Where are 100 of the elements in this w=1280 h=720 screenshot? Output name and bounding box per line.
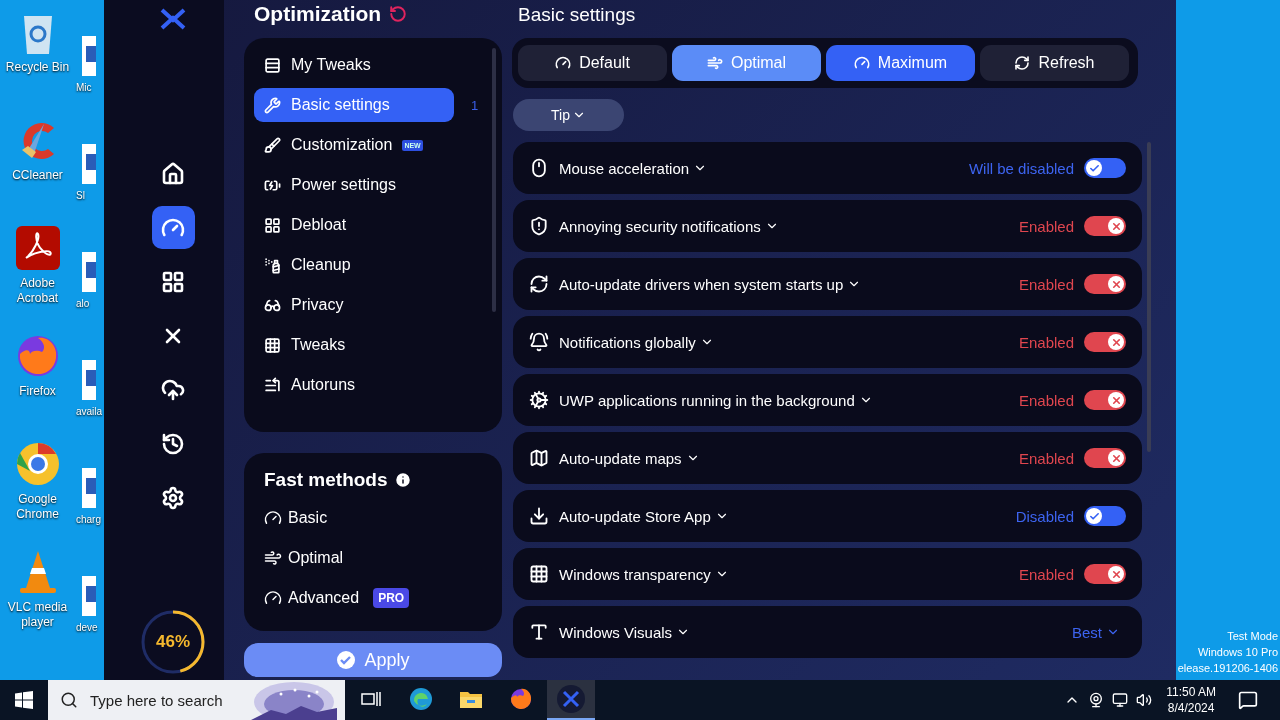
method-label: Basic: [288, 509, 328, 527]
check-circle-icon: [336, 650, 357, 670]
item-count: 1: [471, 97, 479, 113]
tip-button[interactable]: Tip: [513, 99, 624, 131]
refresh-icon: [1014, 55, 1031, 71]
section-title: Optimization: [254, 2, 382, 26]
folder-drawing: [459, 689, 483, 709]
toggle-switch[interactable]: [1084, 332, 1126, 352]
status-text: Enabled: [1018, 391, 1074, 409]
method-label: Advanced: [288, 589, 360, 607]
nav-item[interactable]: My Tweaks: [254, 48, 454, 82]
status-text: Enabled: [1018, 449, 1074, 467]
status-text: Enabled: [1018, 333, 1074, 351]
nav-label: Privacy: [291, 296, 344, 314]
x-icon: [1110, 452, 1122, 464]
setting-name[interactable]: Auto-update Store App: [559, 507, 711, 525]
brush-icon: [264, 136, 281, 154]
mode-button[interactable]: Default: [518, 45, 667, 81]
toggle-switch[interactable]: [1084, 564, 1126, 584]
nav-label: Cleanup: [291, 256, 351, 274]
nav-item[interactable]: Power settings: [254, 168, 454, 202]
x-icon: [1110, 336, 1122, 348]
scrollbar[interactable]: [492, 48, 496, 312]
build-info-text: Windows 10 Pro: [1197, 645, 1278, 660]
info-icon[interactable]: [393, 471, 412, 489]
x-icon: [1110, 220, 1122, 232]
wrench-icon: [264, 96, 281, 114]
edge-drawing: [409, 687, 433, 711]
panel-title: Basic settings: [518, 3, 637, 27]
setting-name[interactable]: Annoying security notifications: [559, 217, 761, 235]
logo-drawing: [556, 684, 586, 714]
nav-item[interactable]: Tweaks: [254, 328, 454, 362]
check-icon: [1088, 510, 1100, 522]
toggle-switch[interactable]: [1084, 506, 1126, 526]
nav-label: Customization: [291, 136, 393, 154]
nav-label: Autoruns: [291, 376, 356, 394]
setting-name[interactable]: Auto-update drivers when system starts up: [559, 275, 844, 293]
volume-icon[interactable]: [1136, 692, 1153, 708]
shield-icon: [529, 216, 549, 236]
method-label: Optimal: [288, 549, 344, 567]
setting-name[interactable]: UWP applications running in the background: [559, 391, 855, 409]
nav-item[interactable]: Cleanup: [254, 248, 454, 282]
gear-icon: [529, 390, 549, 410]
app-logo: [160, 8, 186, 30]
fox-globe-drawing: [509, 687, 533, 711]
setting-name[interactable]: Windows Visuals: [559, 623, 673, 641]
toggle-switch[interactable]: [1084, 216, 1126, 236]
mode-button[interactable]: Maximum: [826, 45, 975, 81]
list-plus-icon: [264, 56, 281, 74]
reset-icon[interactable]: [389, 5, 408, 23]
pdf-icon[interactable]: [13, 224, 62, 272]
nav-label: Tweaks: [291, 336, 346, 354]
search-field[interactable]: Type here to search: [88, 690, 242, 710]
setting-name[interactable]: Mouse acceleration: [559, 159, 690, 177]
progress-ring: [139, 608, 207, 676]
toggle-switch[interactable]: [1084, 158, 1126, 178]
visuals-dropdown[interactable]: Best: [1066, 622, 1126, 642]
date-text: 8/4/2024: [1167, 700, 1215, 716]
setting-name[interactable]: Notifications globally: [559, 333, 696, 351]
checker-icon: [529, 564, 549, 584]
status-text: Will be disabled: [968, 159, 1074, 177]
setting-name[interactable]: Auto-update maps: [559, 449, 682, 467]
nav-label: Power settings: [291, 176, 396, 194]
search-bar[interactable]: Type here to search: [48, 680, 345, 720]
clock[interactable]: 11:50 AM 8/4/2024: [1166, 684, 1216, 716]
app-logo[interactable]: [547, 680, 595, 720]
toggle-switch[interactable]: [1084, 390, 1126, 410]
nav-label: Basic settings: [291, 96, 390, 114]
refresh-icon: [529, 274, 549, 294]
map-icon: [529, 448, 549, 468]
list-icon: [264, 376, 281, 394]
grid-icon: [264, 336, 281, 354]
status-text: Disabled: [1015, 507, 1074, 525]
font-icon: [529, 622, 549, 642]
notifications-icon[interactable]: [1238, 690, 1258, 710]
x-icon: [1110, 568, 1122, 580]
setting-name[interactable]: Windows transparency: [559, 565, 711, 583]
fast-method-item[interactable]: Basic: [264, 505, 482, 531]
check-icon: [1088, 162, 1100, 174]
nav-label: Debloat: [291, 216, 347, 234]
nav-item[interactable]: Autoruns: [254, 368, 454, 402]
nav-item[interactable]: Debloat: [254, 208, 454, 242]
toggle-switch[interactable]: [1084, 448, 1126, 468]
task-view-drawing: [361, 690, 381, 708]
progress-percent: 46%: [156, 632, 190, 652]
status-text: Enabled: [1018, 217, 1074, 235]
nav-label: My Tweaks: [291, 56, 371, 74]
webcam-icon[interactable]: [1088, 692, 1105, 708]
download-icon: [529, 506, 549, 526]
fast-method-item[interactable]: Advanced PRO: [264, 585, 482, 611]
toggle-switch[interactable]: [1084, 274, 1126, 294]
search-icon: [60, 691, 78, 709]
nav-item[interactable]: Privacy: [254, 288, 454, 322]
status-text: Enabled: [1018, 565, 1074, 583]
fast-method-item[interactable]: Optimal: [264, 545, 482, 571]
panel-heading: Fast methods: [264, 469, 388, 491]
network-icon[interactable]: [1112, 692, 1129, 708]
build-info-text: Test Mode: [1227, 629, 1278, 644]
x-icon: [1110, 394, 1122, 406]
mode-button[interactable]: Refresh: [980, 45, 1129, 81]
